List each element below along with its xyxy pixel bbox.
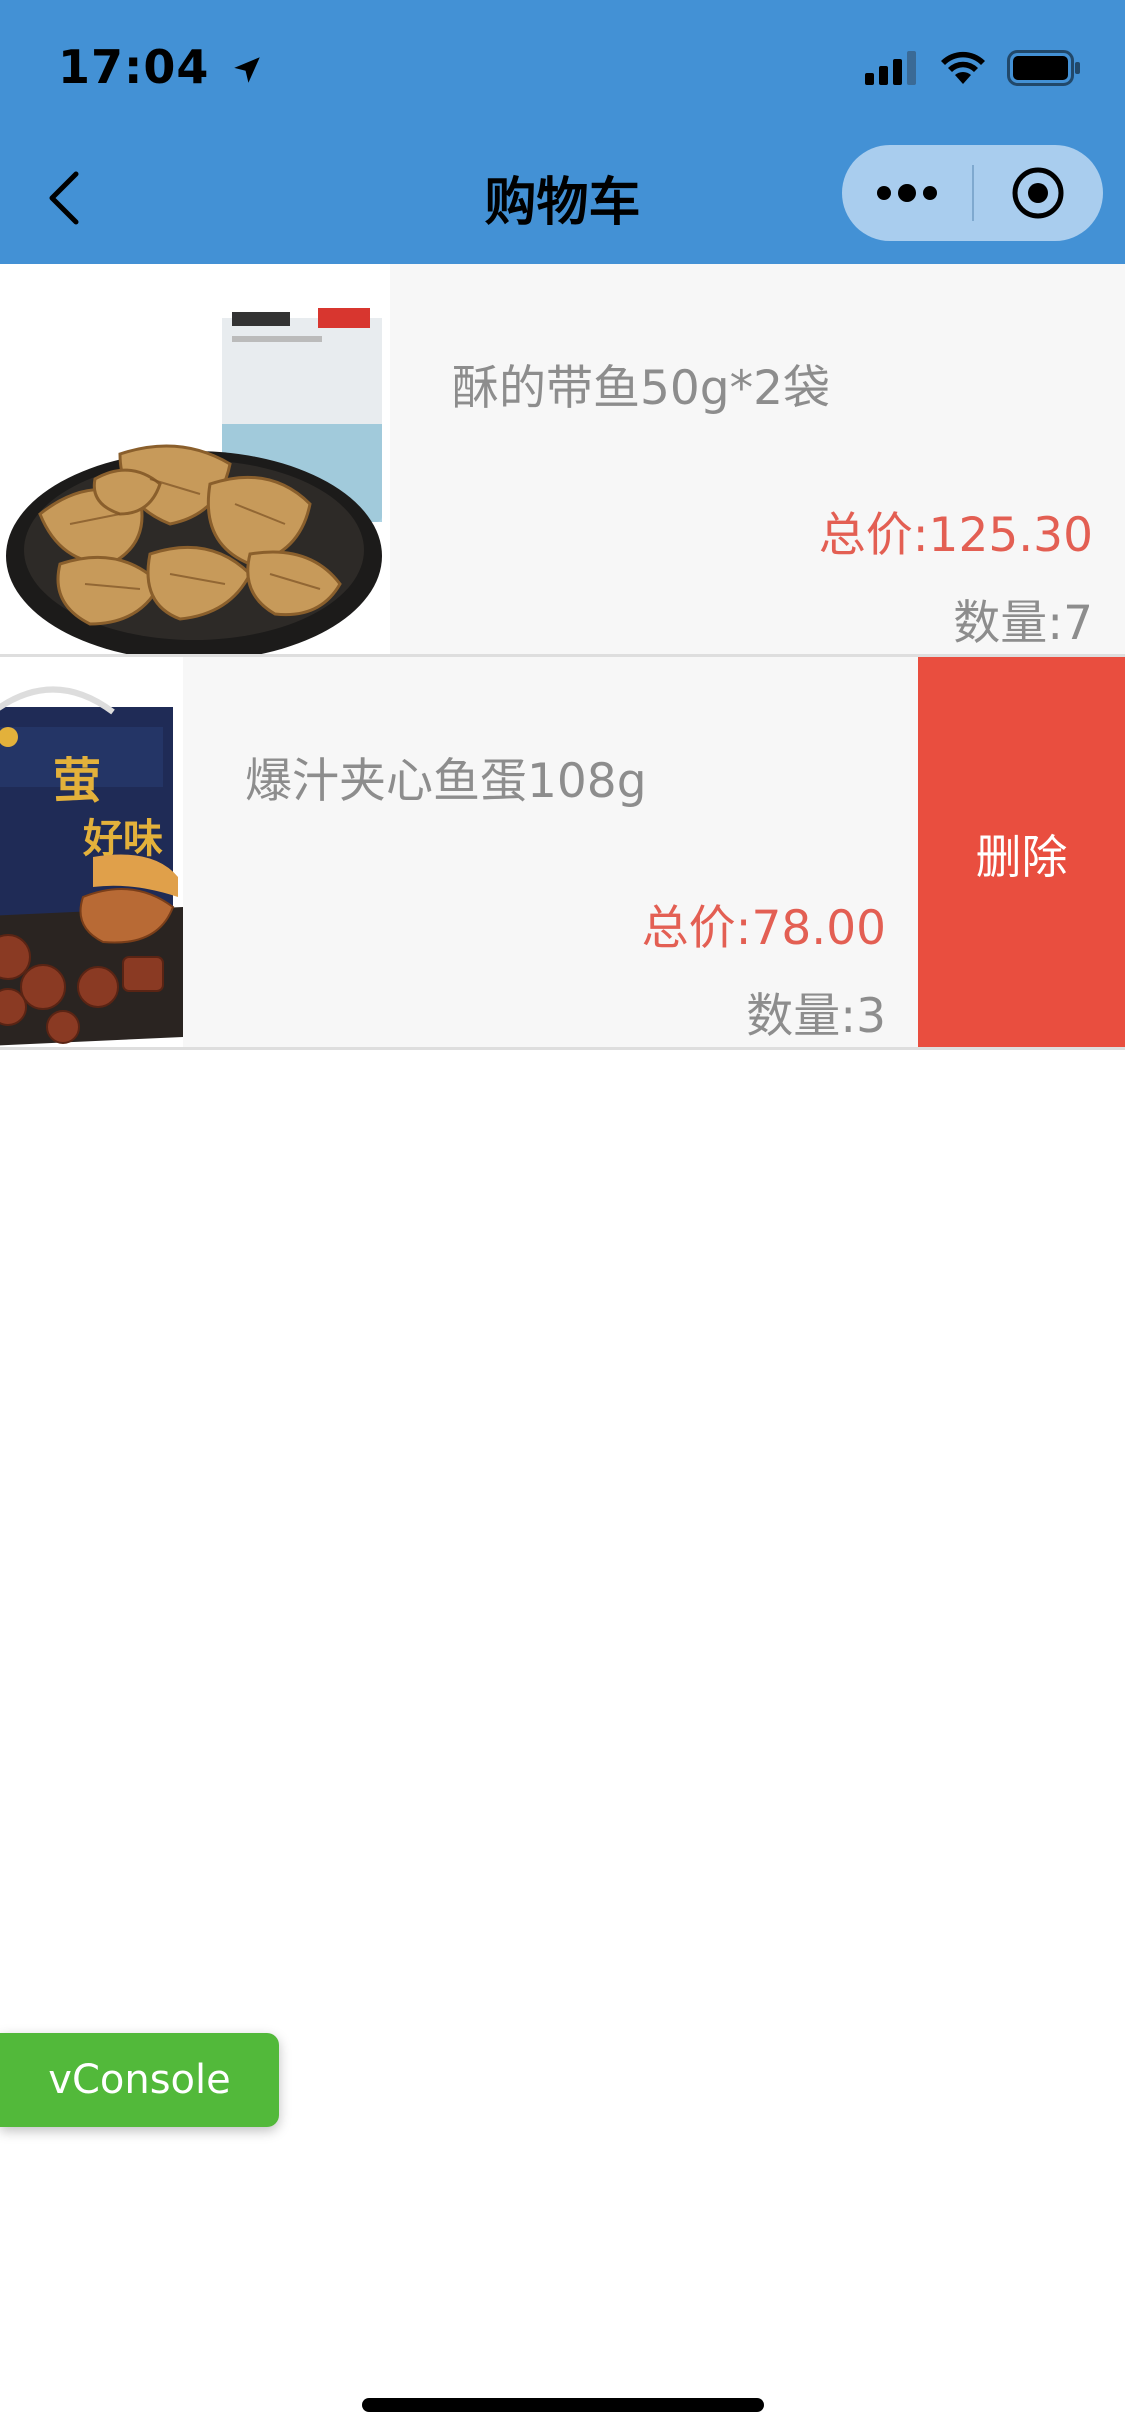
product-total-price: 总价:125.30 [818,508,1093,563]
product-name: 酥的带鱼50g*2袋 [452,361,831,416]
location-arrow-icon [234,57,261,83]
status-time: 17:04 [58,40,264,94]
cart-item-content: 萤 好味 爆汁夹心鱼蛋108g 总价:78.00 数量:3 [0,657,918,1047]
wifi-icon [941,51,985,84]
battery-icon [1007,50,1080,86]
more-dots-icon [877,184,937,202]
vconsole-button[interactable]: vConsole [0,2033,279,2127]
product-name: 爆汁夹心鱼蛋108g [245,754,647,809]
header: 17:04 购物车 [0,0,1125,264]
product-image: 萤 好味 [0,657,183,1047]
close-target-icon [1012,167,1064,219]
svg-text:萤: 萤 [53,753,101,809]
cart-item[interactable]: 萤 好味 爆汁夹心鱼蛋108g 总价:78.00 数量:3 删除 [0,657,1125,1050]
cart-item[interactable]: 酥的带鱼50g*2袋 总价:125.30 数量:7 [0,264,1125,657]
status-icons [865,50,1081,86]
home-indicator[interactable] [362,2398,764,2412]
close-button[interactable] [974,145,1102,241]
screen: 17:04 购物车 酥的带鱼50g*2袋 总价:125.30 数量:7 萤 好味… [0,0,1125,2436]
status-time-text: 17:04 [58,40,210,94]
delete-button[interactable]: 删除 [918,657,1125,1047]
cart-item-content: 酥的带鱼50g*2袋 总价:125.30 数量:7 [0,264,1125,654]
mini-program-capsule [842,145,1103,241]
product-total-price: 总价:78.00 [641,901,886,956]
product-image [0,264,390,654]
more-button[interactable] [842,145,972,241]
product-quantity: 数量:7 [953,596,1093,651]
product-quantity: 数量:3 [746,989,886,1044]
signal-icon [865,51,916,85]
